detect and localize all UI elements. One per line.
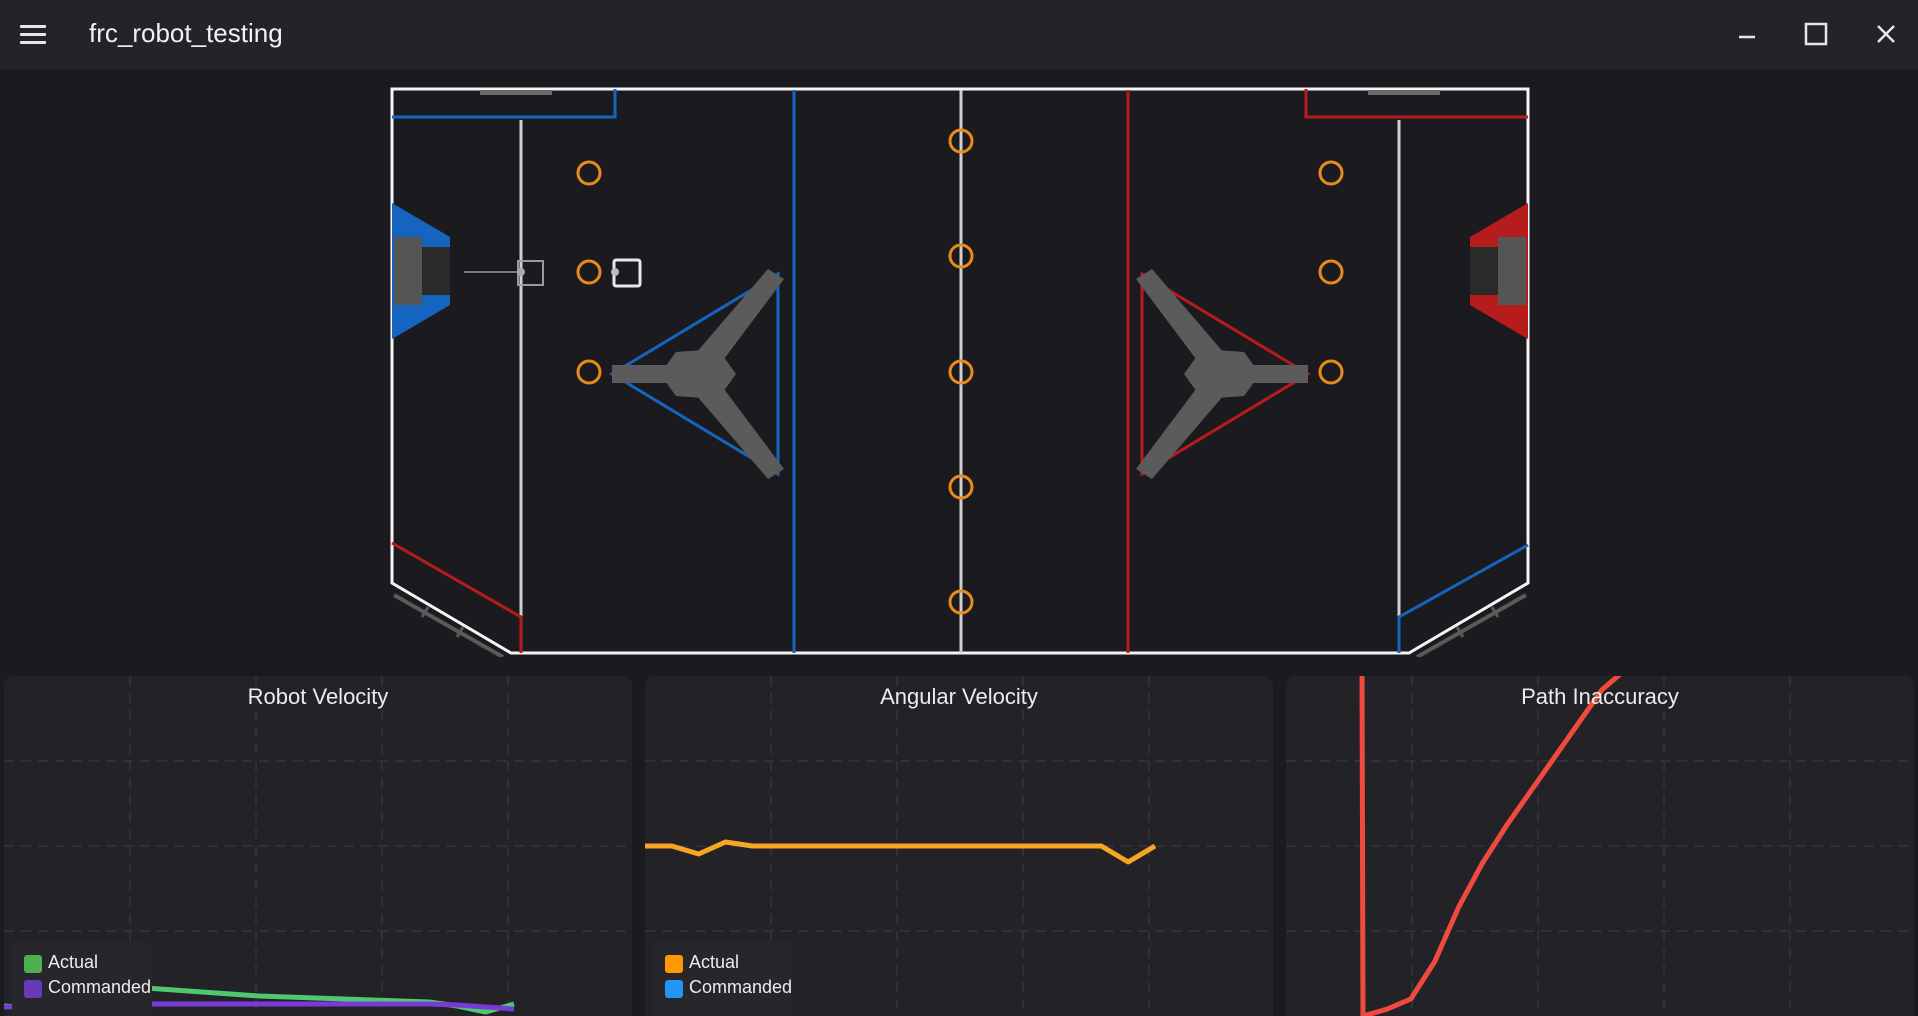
angular-velocity-panel: Angular Velocity Actual Commanded (645, 676, 1273, 1016)
legend-swatch (24, 955, 42, 973)
path-inaccuracy-panel: Path Inaccuracy (1286, 676, 1914, 1016)
legend-swatch (665, 980, 683, 998)
legend-swatch (665, 955, 683, 973)
chart-title: Angular Velocity (880, 684, 1038, 709)
close-icon[interactable] (1864, 14, 1908, 56)
chart-title: Robot Velocity (247, 684, 389, 709)
minimize-icon[interactable] (1724, 14, 1768, 56)
title-bar: frc_robot_testing (0, 0, 1918, 70)
maximize-icon[interactable] (1794, 14, 1838, 56)
robot-velocity-panel: Robot Velocity Actual Commanded (4, 676, 632, 1016)
field-map[interactable] (388, 87, 1532, 657)
series-line-error (1359, 676, 1622, 1016)
path-inaccuracy-chart[interactable] (1286, 676, 1914, 1016)
hamburger-menu-icon[interactable] (14, 18, 54, 52)
chart-legend: Actual Commanded (653, 942, 793, 1016)
red-station-marker (1368, 90, 1440, 95)
chart-legend: Actual Commanded (12, 942, 152, 1016)
legend-swatch (24, 980, 42, 998)
series-line-actual (645, 839, 1157, 865)
chart-title: Path Inaccuracy (1521, 684, 1679, 709)
app-title: frc_robot_testing (89, 18, 283, 48)
blue-station-marker (480, 90, 552, 95)
